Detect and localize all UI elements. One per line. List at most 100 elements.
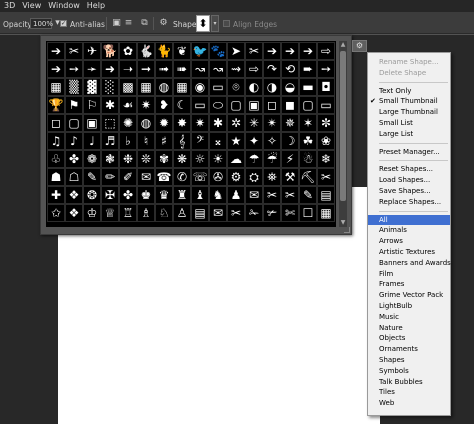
menu-item-text-only[interactable]: Text Only [368, 86, 450, 97]
menu-item-replace-shapes[interactable]: Replace Shapes... [368, 197, 450, 208]
menu-item-load-shapes[interactable]: Load Shapes... [368, 175, 450, 186]
shape-thumbnail[interactable]: ↝ [191, 60, 209, 78]
menu-item-banners-and-awards[interactable]: Banners and Awards [368, 258, 451, 269]
shape-thumbnail[interactable]: ✧ [263, 132, 281, 150]
shape-thumbnail[interactable]: ♖ [119, 204, 137, 222]
shape-thumbnail[interactable]: ✹ [155, 114, 173, 132]
shape-thumbnail[interactable]: ▢ [65, 114, 83, 132]
shape-thumbnail[interactable]: ✸ [173, 114, 191, 132]
menu-item-nature[interactable]: Nature [368, 323, 450, 334]
shape-thumbnail[interactable]: ✐ [119, 168, 137, 186]
shape-thumbnail[interactable]: ♪ [65, 132, 83, 150]
shape-thumbnail[interactable]: ➞ [137, 60, 155, 78]
path-arrangement-icon[interactable]: ⧉ [139, 18, 150, 29]
menu-item-ornaments[interactable]: Ornaments [368, 344, 450, 355]
shape-thumbnail[interactable]: ➙ [65, 60, 83, 78]
scrollbar[interactable]: ▲ ▼ [339, 41, 347, 227]
shape-thumbnail[interactable]: ➨ [299, 60, 317, 78]
shape-thumbnail[interactable]: ▭ [317, 96, 335, 114]
shape-thumbnail[interactable]: ✏ [101, 168, 119, 186]
shape-thumbnail[interactable]: ♝ [191, 186, 209, 204]
shape-thumbnail[interactable]: ✂ [227, 204, 245, 222]
shape-thumbnail[interactable]: ♛ [155, 186, 173, 204]
shape-thumbnail[interactable]: ➔ [299, 42, 317, 60]
shape-thumbnail[interactable]: ⬭ [209, 96, 227, 114]
shape-thumbnail[interactable]: ♫ [47, 132, 65, 150]
shape-thumbnail[interactable]: ❄ [317, 150, 335, 168]
shape-thumbnail[interactable]: ⇝ [227, 60, 245, 78]
shape-thumbnail[interactable]: ✺ [119, 114, 137, 132]
align-edges-checkbox[interactable] [223, 20, 230, 27]
shape-thumbnail[interactable]: ▩ [119, 78, 137, 96]
shape-thumbnail[interactable]: ⚡ [281, 150, 299, 168]
shape-thumbnail[interactable]: ☘ [299, 132, 317, 150]
shape-thumbnail[interactable]: 🏆 [47, 96, 65, 114]
shape-thumbnail[interactable]: ☗ [47, 168, 65, 186]
shape-thumbnail[interactable]: ➔ [281, 42, 299, 60]
shape-thumbnail[interactable]: ⇨ [245, 60, 263, 78]
menu-item-grime-vector-pack[interactable]: Grime Vector Pack [368, 290, 450, 301]
shape-thumbnail[interactable]: ◍ [155, 78, 173, 96]
shape-thumbnail[interactable]: ✉ [137, 168, 155, 186]
shape-thumbnail[interactable]: ☀ [209, 150, 227, 168]
shape-thumbnail[interactable]: ☔ [263, 150, 281, 168]
menu-item-small-thumbnail[interactable]: ✔ Small Thumbnail [368, 96, 450, 107]
shape-thumbnail[interactable]: ❖ [65, 204, 83, 222]
menubar-item-help[interactable]: Help [87, 0, 105, 12]
shape-thumbnail[interactable]: ✂ [317, 168, 335, 186]
scroll-down-icon[interactable]: ▼ [339, 219, 347, 227]
menu-item-web[interactable]: Web [368, 398, 450, 409]
path-alignment-icon[interactable]: ≡ [123, 18, 134, 29]
menu-item-film[interactable]: Film [368, 269, 450, 280]
menu-item-frames[interactable]: Frames [368, 279, 450, 290]
picker-menu-gear-button[interactable]: ⚙ [352, 40, 367, 52]
menu-item-arrows[interactable]: Arrows [368, 236, 450, 247]
shape-thumbnail[interactable]: ▢ [299, 96, 317, 114]
path-operations-icon[interactable]: ▣ [111, 18, 122, 29]
shape-thumbnail[interactable]: ➟ [155, 60, 173, 78]
menu-item-preset-manager[interactable]: Preset Manager... [368, 147, 450, 158]
shape-thumbnail[interactable]: ✠ [101, 186, 119, 204]
shape-thumbnail[interactable]: ♔ [83, 204, 101, 222]
shape-thumbnail[interactable]: ✈ [83, 42, 101, 60]
shape-thumbnail[interactable]: ⚑ [65, 96, 83, 114]
shape-thumbnail[interactable]: ✎ [299, 186, 317, 204]
scroll-up-icon[interactable]: ▲ [339, 41, 347, 49]
shape-thumbnail[interactable]: ⛏ [299, 168, 317, 186]
shape-thumbnail[interactable]: ➔ [263, 42, 281, 60]
shape-thumbnail[interactable]: ▤ [317, 186, 335, 204]
shape-thumbnail[interactable]: ⚙ [227, 168, 245, 186]
shape-thumbnail[interactable]: ✩ [47, 204, 65, 222]
shape-thumbnail[interactable]: ❥ [155, 96, 173, 114]
shape-thumbnail[interactable]: ☃ [299, 150, 317, 168]
shape-preview-button[interactable]: ⬍ [196, 15, 210, 32]
shape-thumbnail[interactable]: ▦ [47, 78, 65, 96]
shape-thumbnail[interactable]: ◑ [263, 78, 281, 96]
shape-thumbnail[interactable]: ✉ [209, 204, 227, 222]
shape-thumbnail[interactable]: ▭ [191, 96, 209, 114]
shape-thumbnail[interactable]: ✎ [83, 168, 101, 186]
shape-thumbnail[interactable]: ▣ [83, 114, 101, 132]
menu-item-tiles[interactable]: Tiles [368, 387, 450, 398]
shape-thumbnail[interactable]: ❂ [83, 186, 101, 204]
menu-item-all[interactable]: All [368, 214, 450, 226]
shape-thumbnail[interactable]: ◐ [245, 78, 263, 96]
menu-item-music[interactable]: Music [368, 312, 450, 323]
shape-thumbnail[interactable]: ☂ [245, 150, 263, 168]
shape-thumbnail[interactable]: ░ [101, 78, 119, 96]
shape-thumbnail[interactable]: ⬚ [101, 114, 119, 132]
antialias-checkbox[interactable]: ✓ [60, 20, 67, 27]
shape-thumbnail[interactable]: ▤ [191, 204, 209, 222]
shape-thumbnail[interactable]: ✵ [281, 114, 299, 132]
shape-thumbnail[interactable]: ★ [227, 132, 245, 150]
shape-thumbnail[interactable]: ▦ [317, 204, 335, 222]
shape-thumbnail[interactable]: ✾ [155, 150, 173, 168]
shape-thumbnail[interactable]: ❉ [119, 150, 137, 168]
shape-thumbnail[interactable]: ✲ [227, 114, 245, 132]
shape-thumbnail[interactable]: ☎ [155, 168, 173, 186]
shape-thumbnail[interactable]: ◒ [281, 78, 299, 96]
menu-item-reset-shapes[interactable]: Reset Shapes... [368, 164, 450, 175]
shape-thumbnail[interactable]: ⛭ [245, 168, 263, 186]
shape-thumbnail[interactable]: ☽ [281, 132, 299, 150]
scrollbar-thumb[interactable] [340, 51, 346, 201]
